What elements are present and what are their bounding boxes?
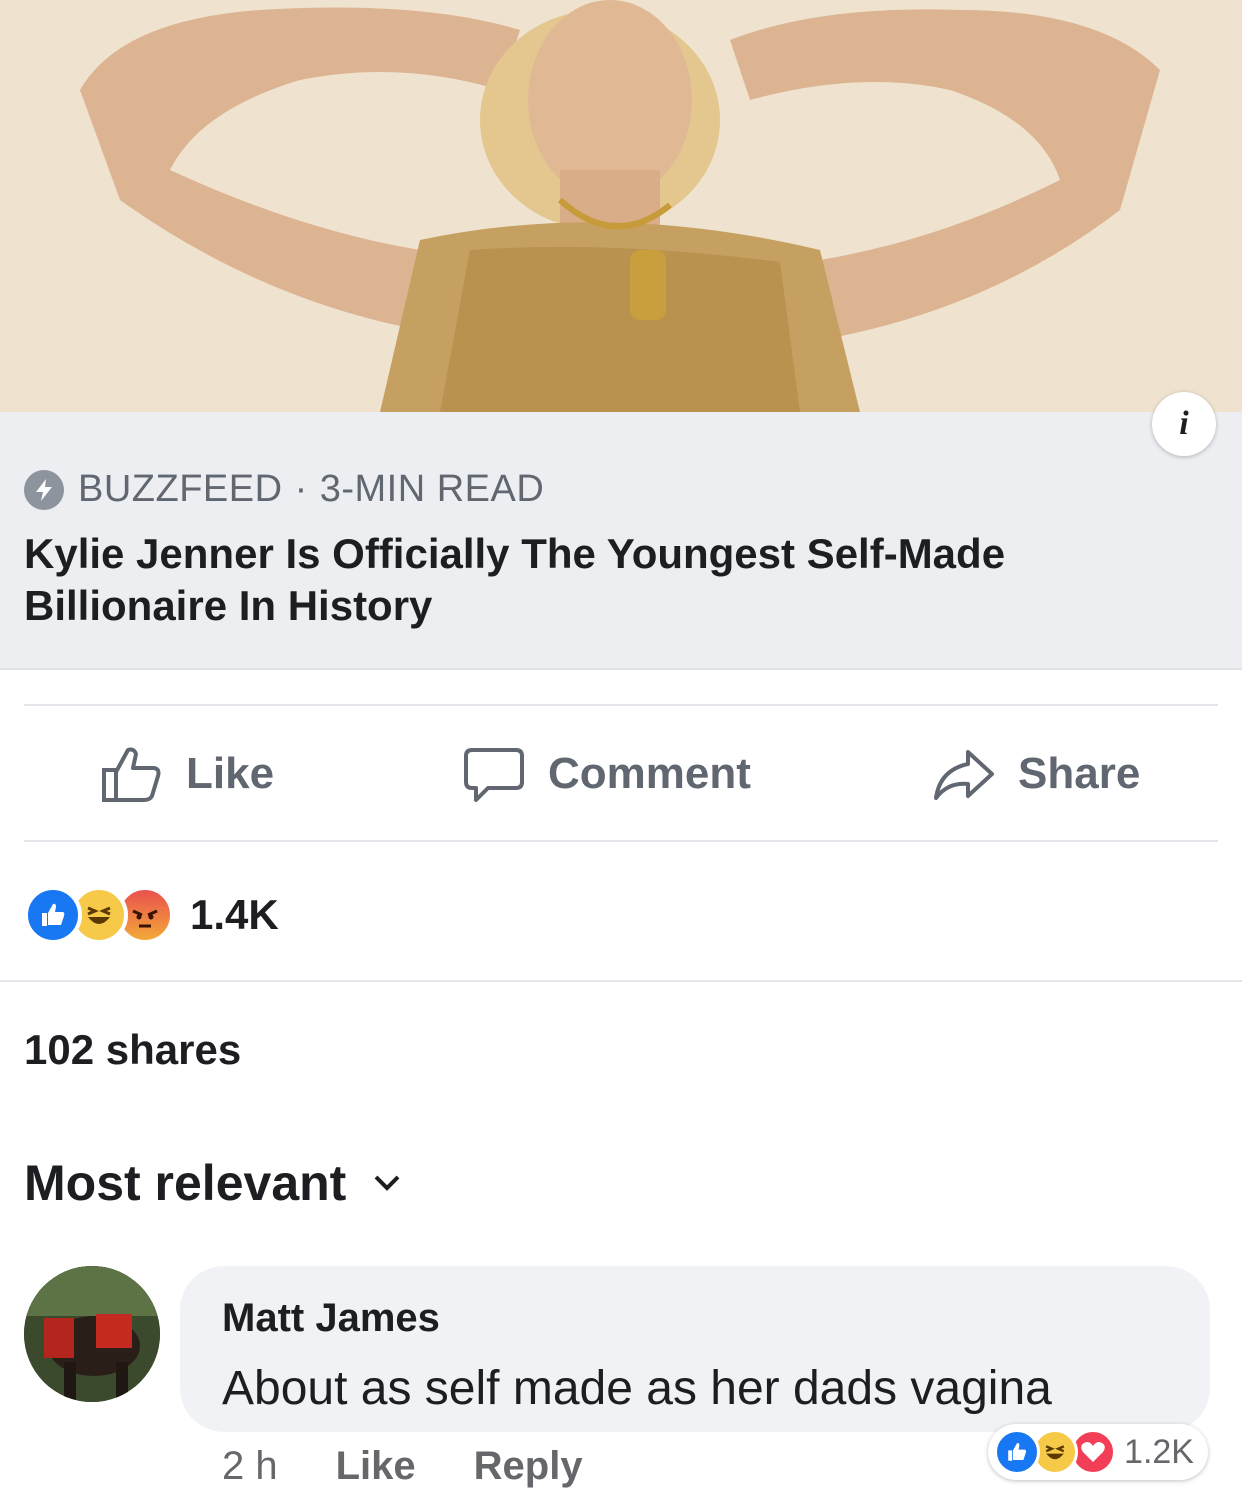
comment-sort-dropdown[interactable]: Most relevant: [24, 1154, 402, 1212]
comment-bubble-icon: [464, 748, 524, 802]
hero-photo-illustration: [0, 0, 1242, 412]
share-arrow-icon: [934, 750, 994, 800]
comment-meta: 2 h Like Reply: [222, 1444, 583, 1488]
reactions-summary[interactable]: 1.4K: [24, 880, 279, 950]
link-preview-card[interactable]: i BUZZFEED · 3-MIN READ Kylie Jenner Is …: [0, 392, 1242, 670]
thumbs-up-icon: [102, 747, 161, 802]
comment-reply-button[interactable]: Reply: [474, 1444, 583, 1488]
article-headline[interactable]: Kylie Jenner Is Officially The Youngest …: [24, 528, 1204, 632]
info-button[interactable]: i: [1152, 392, 1216, 456]
like-reaction-icon: [24, 886, 82, 944]
action-bar: Like Comment Share: [0, 708, 1242, 840]
comment-bubble[interactable]: Matt James About as self made as her dad…: [180, 1266, 1210, 1432]
share-label: Share: [1018, 749, 1141, 798]
sort-label: Most relevant: [24, 1155, 347, 1211]
comment-timestamp[interactable]: 2 h: [222, 1444, 278, 1488]
divider: [24, 704, 1218, 706]
info-icon: i: [1179, 405, 1189, 442]
comment-label: Comment: [548, 749, 751, 798]
comment-text: About as self made as her dads vagina: [222, 1362, 1052, 1415]
share-button[interactable]: Share: [932, 744, 1140, 804]
avatar[interactable]: [24, 1266, 160, 1402]
instant-article-bolt-icon: [24, 469, 64, 510]
chevron-down-icon: [374, 1175, 400, 1191]
avatar-photo: [24, 1266, 160, 1402]
comment-author[interactable]: Matt James: [222, 1296, 1168, 1341]
like-label: Like: [186, 749, 275, 798]
divider: [0, 980, 1242, 982]
shares-count[interactable]: 102 shares: [24, 1026, 241, 1074]
comment-button[interactable]: Comment: [462, 744, 751, 804]
reaction-count: 1.4K: [190, 891, 279, 938]
separator-dot: ·: [294, 468, 308, 510]
like-reaction-icon: [994, 1429, 1041, 1475]
source-name: BUZZFEED: [78, 468, 283, 510]
read-time: 3-MIN READ: [319, 468, 545, 510]
comment-like-button[interactable]: Like: [336, 1444, 416, 1488]
comment-reactions[interactable]: 1.2K: [988, 1424, 1208, 1480]
like-button[interactable]: Like: [100, 744, 274, 804]
comment-reaction-count: 1.2K: [1124, 1432, 1194, 1471]
divider: [24, 840, 1218, 842]
article-hero-image[interactable]: [0, 0, 1242, 412]
source-row: BUZZFEED · 3-MIN READ: [24, 468, 544, 511]
